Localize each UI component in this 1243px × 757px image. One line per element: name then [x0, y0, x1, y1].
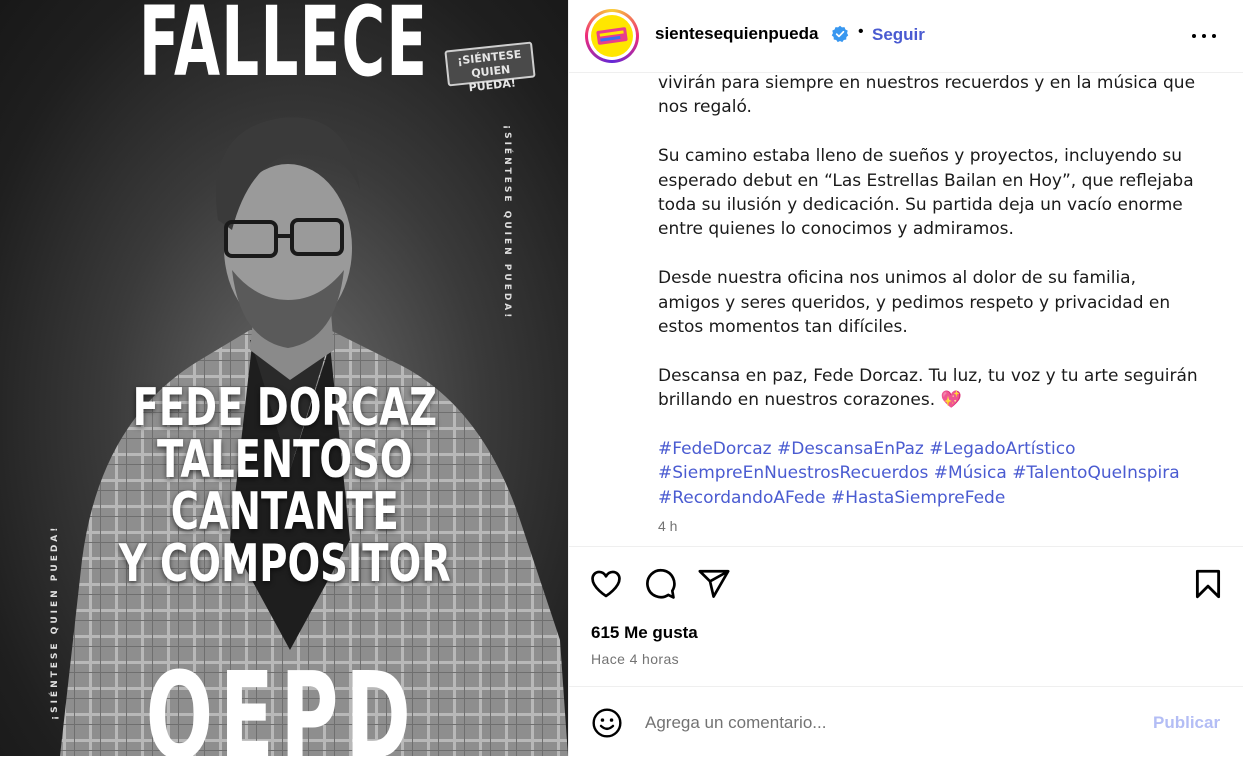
- vertical-watermark-left: ¡SIÉNTESE QUIEN PUEDA!: [50, 524, 60, 720]
- post-image[interactable]: FALLECE ¡SIÉNTESE QUIEN PUEDA! ¡SIÉNTESE…: [0, 0, 568, 756]
- hashtag-link[interactable]: #FedeDorcaz: [658, 439, 772, 459]
- username-link[interactable]: sientesequienpueda: [655, 24, 818, 44]
- comment-icon[interactable]: [643, 567, 677, 601]
- caption-paragraph: vivirán para siempre en nuestros recuerd…: [658, 73, 1196, 118]
- publish-button[interactable]: Publicar: [1153, 713, 1220, 733]
- likes-count[interactable]: 615 Me gusta: [591, 623, 698, 643]
- heart-icon[interactable]: [589, 567, 623, 601]
- name-headline: FEDE DORCAZ TALENTOSO CANTANTE Y COMPOSI…: [118, 378, 451, 594]
- post-caption: vivirán para siempre en nuestros recuerd…: [658, 72, 1198, 510]
- post-date[interactable]: Hace 4 horas: [591, 651, 679, 667]
- more-options-icon[interactable]: [1191, 24, 1221, 46]
- verified-badge-icon: [831, 25, 849, 43]
- post-panel: sientesequienpueda • Seguir vivirán para…: [568, 0, 1243, 756]
- heart-emoji: 💖: [940, 390, 962, 411]
- hashtag-link[interactable]: #DescansaEnPaz: [777, 439, 924, 459]
- bookmark-icon[interactable]: [1191, 567, 1225, 601]
- action-bar: 615 Me gusta Hace 4 horas: [569, 546, 1243, 687]
- caption-area[interactable]: vivirán para siempre en nuestros recuerd…: [569, 72, 1243, 546]
- post-header: sientesequienpueda • Seguir: [569, 0, 1243, 73]
- headline-bottom: QEPD: [145, 648, 418, 756]
- hashtag-link[interactable]: #HastaSiempreFede: [831, 488, 1005, 508]
- follow-button[interactable]: Seguir: [872, 25, 925, 45]
- headline-top: FALLECE: [138, 0, 429, 98]
- separator-dot: •: [858, 23, 864, 40]
- hashtags: #FedeDorcaz #DescansaEnPaz #LegadoArtíst…: [658, 437, 1198, 510]
- caption-paragraph: Desde nuestra oficina nos unimos al dolo…: [658, 268, 1171, 338]
- avatar[interactable]: [585, 9, 639, 63]
- caption-timestamp[interactable]: 4 h: [658, 518, 677, 534]
- hashtag-link[interactable]: #SiempreEnNuestrosRecuerdos: [658, 463, 928, 483]
- comment-input[interactable]: [645, 707, 1135, 739]
- vertical-watermark-right: ¡SIÉNTESE QUIEN PUEDA!: [502, 125, 512, 321]
- brand-stamp-logo: ¡SIÉNTESE QUIEN PUEDA!: [444, 41, 536, 94]
- avatar-logo: [591, 15, 633, 57]
- share-icon[interactable]: [697, 567, 731, 601]
- hashtag-link[interactable]: #TalentoQueInspira: [1012, 463, 1179, 483]
- hashtag-link[interactable]: #Música: [934, 463, 1007, 483]
- hashtag-link[interactable]: #LegadoArtístico: [929, 439, 1075, 459]
- emoji-icon[interactable]: [591, 707, 623, 739]
- caption-paragraph-last: Descansa en paz, Fede Dorcaz. Tu luz, tu…: [658, 365, 1198, 411]
- caption-paragraph: Su camino estaba lleno de sueños y proye…: [658, 146, 1194, 240]
- comment-bar: Publicar: [569, 686, 1243, 757]
- hashtag-link[interactable]: #RecordandoAFede: [658, 488, 826, 508]
